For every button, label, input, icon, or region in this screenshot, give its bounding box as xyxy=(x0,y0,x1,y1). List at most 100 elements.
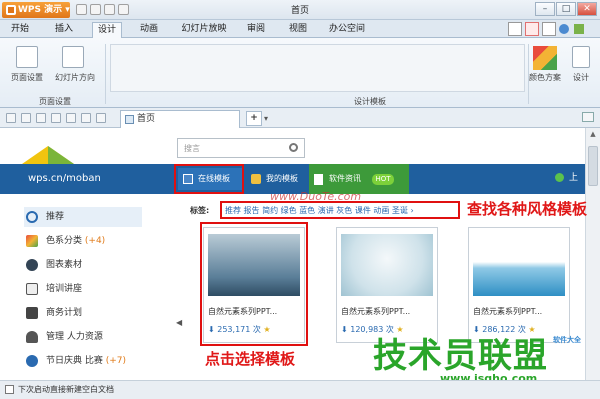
annotation-find-styles: 查找各种风格模板 xyxy=(467,200,588,218)
tab-animation[interactable]: 动画 xyxy=(134,22,164,38)
save-small-icon[interactable] xyxy=(21,113,31,123)
tab-design[interactable]: 设计 xyxy=(92,22,122,38)
startup-checkbox[interactable] xyxy=(5,385,14,394)
template-downloads: ⬇ 253,171 次 ★ xyxy=(208,325,271,334)
annotation-click-select: 点击选择模板 xyxy=(205,350,296,368)
design-icon[interactable] xyxy=(572,46,590,68)
pie-chart-icon xyxy=(26,259,38,271)
tab-slideshow[interactable]: 幻灯片放映 xyxy=(175,22,233,38)
app-menu-label: WPS 演示 xyxy=(18,5,63,15)
tab-insert[interactable]: 插入 xyxy=(50,22,78,38)
sidebar-item-label: 推荐 xyxy=(46,212,65,222)
recommend-icon xyxy=(26,211,38,223)
page-setup-button-label[interactable]: 页面设置 xyxy=(4,72,50,83)
app-menu-button[interactable]: WPS 演示 ▾ xyxy=(2,2,70,18)
minimize-button[interactable]: – xyxy=(535,2,555,16)
tag-item[interactable]: 报告 xyxy=(244,206,260,215)
undo-small-icon[interactable] xyxy=(81,113,91,123)
template-card[interactable]: 自然元素系列PPT... ⬇ 120,983 次 ★ xyxy=(336,227,438,343)
design-button-label[interactable]: 设计 xyxy=(566,72,596,83)
sidebar-item-business[interactable]: 商务计划 xyxy=(24,303,142,323)
scroll-thumb[interactable] xyxy=(588,146,598,186)
site-url: wps.cn/moban xyxy=(28,173,101,184)
sidebar-item-label: 图表素材 xyxy=(46,260,83,270)
slide-orientation-icon[interactable] xyxy=(62,46,84,68)
globe-icon xyxy=(26,355,38,367)
tags-more[interactable]: › xyxy=(410,206,413,215)
home-page-icon xyxy=(125,115,134,124)
tag-item[interactable]: 推荐 xyxy=(225,206,241,215)
feedback-icon[interactable] xyxy=(574,24,584,34)
tag-item[interactable]: 动画 xyxy=(373,206,389,215)
brand-logo-text: 技术员联盟 xyxy=(373,336,548,376)
person-icon xyxy=(26,331,38,343)
color-scheme-icon[interactable] xyxy=(533,46,557,70)
search-placeholder: 搜言 xyxy=(184,144,200,153)
tab-review[interactable]: 审阅 xyxy=(242,22,270,38)
print-icon[interactable] xyxy=(90,4,101,15)
sidebar-item-training[interactable]: 培训讲座 xyxy=(24,279,142,299)
tag-item[interactable]: 演讲 xyxy=(318,206,334,215)
help-icon[interactable] xyxy=(559,24,569,34)
doc-tab-home[interactable]: 首页 xyxy=(120,110,240,128)
sidebar-item-color[interactable]: 色系分类 (+4) xyxy=(24,231,142,251)
sidebar-item-recommend[interactable]: 推荐 xyxy=(24,207,142,227)
tab-list-icon[interactable] xyxy=(582,112,594,122)
sidebar-item-count: (+4) xyxy=(84,236,106,246)
upload-arrow-icon[interactable] xyxy=(555,173,564,182)
tab-home[interactable]: 开始 xyxy=(6,22,34,38)
nav-software-news-label: 软件资讯 xyxy=(329,174,361,183)
template-card[interactable]: 自然元素系列PPT... ⬇ 286,122 次 ★ xyxy=(468,227,570,343)
tag-item[interactable]: 简约 xyxy=(262,206,278,215)
vertical-scrollbar[interactable]: ▲ xyxy=(585,128,600,380)
color-scheme-button-label[interactable]: 颜色方案 xyxy=(523,72,567,83)
startup-checkbox-label[interactable]: 下次启动直接新建空白文档 xyxy=(18,385,114,394)
open-icon[interactable] xyxy=(6,113,16,123)
scroll-up-icon[interactable]: ▲ xyxy=(588,130,598,140)
redo-icon[interactable] xyxy=(118,4,129,15)
tags-label: 标签: xyxy=(190,206,210,215)
redo-small-icon[interactable] xyxy=(96,113,106,123)
my-template-icon xyxy=(251,174,261,184)
tab-view[interactable]: 视图 xyxy=(284,22,312,38)
print-small-icon[interactable] xyxy=(36,113,46,123)
template-title: 自然元素系列PPT... xyxy=(473,307,543,316)
template-search-input[interactable]: 搜言 xyxy=(177,138,305,158)
slide-orientation-button-label[interactable]: 幻灯片方向 xyxy=(50,72,100,83)
collapse-left-icon[interactable]: ◀ xyxy=(176,318,182,327)
tag-item[interactable]: 蓝色 xyxy=(299,206,315,215)
user-icon[interactable] xyxy=(542,22,556,36)
search-icon[interactable] xyxy=(289,143,298,152)
ribbon-divider xyxy=(105,44,106,104)
new-tab-button[interactable]: + xyxy=(246,111,262,126)
nav-my-templates[interactable]: 我的模板 xyxy=(246,168,304,190)
undo-icon[interactable] xyxy=(104,4,115,15)
preview-icon[interactable] xyxy=(51,113,61,123)
save-icon[interactable] xyxy=(76,4,87,15)
template-card[interactable]: 自然元素系列PPT... ⬇ 253,171 次 ★ xyxy=(203,227,305,343)
design-template-gallery[interactable] xyxy=(110,44,525,92)
copy-icon[interactable] xyxy=(66,113,76,123)
online-templates-highlight xyxy=(174,164,244,194)
page-setup-icon[interactable] xyxy=(16,46,38,68)
home-icon[interactable] xyxy=(525,22,539,36)
maximize-button[interactable]: □ xyxy=(556,2,576,16)
tab-dropdown-icon[interactable]: ▾ xyxy=(264,111,274,126)
tag-item[interactable]: 绿色 xyxy=(281,206,297,215)
template-title: 自然元素系列PPT... xyxy=(208,307,278,316)
sidebar-item-hr[interactable]: 管理 人力资源 xyxy=(24,327,142,347)
sidebar-item-festival[interactable]: 节日庆典 比赛 (+7) xyxy=(24,351,152,371)
tag-item[interactable]: 课件 xyxy=(355,206,371,215)
nav-software-news[interactable]: 软件资讯 xyxy=(309,168,369,190)
upload-short-label[interactable]: 上 xyxy=(569,170,578,183)
template-title: 自然元素系列PPT... xyxy=(341,307,411,316)
sidebar-item-charts[interactable]: 图表素材 xyxy=(24,255,142,275)
template-thumbnail xyxy=(341,234,433,296)
close-button[interactable]: ✕ xyxy=(577,2,597,16)
nav-my-templates-label: 我的模板 xyxy=(266,174,298,183)
skin-icon[interactable] xyxy=(508,22,522,36)
partial-logo-text: 软件大全 xyxy=(553,336,581,344)
tag-item[interactable]: 圣诞 xyxy=(392,206,408,215)
tab-office-space[interactable]: 办公空间 xyxy=(324,22,370,38)
tag-item[interactable]: 灰色 xyxy=(336,206,352,215)
